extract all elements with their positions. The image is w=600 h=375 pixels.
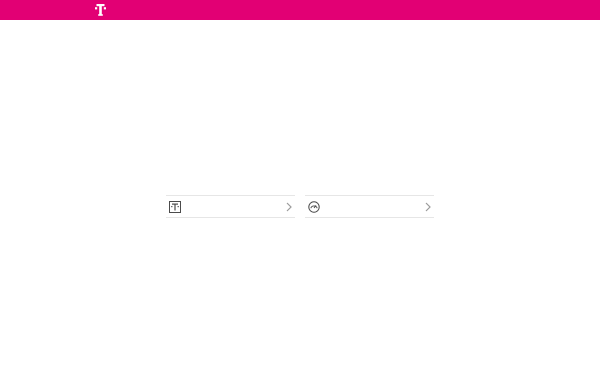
telekom-logo[interactable] <box>95 4 106 16</box>
quick-links <box>166 195 434 218</box>
chevron-right-icon <box>285 201 293 213</box>
telekom-t-box-icon <box>169 200 181 213</box>
top-bar <box>0 0 600 20</box>
speedometer-icon <box>308 200 320 213</box>
chevron-right-icon <box>424 201 432 213</box>
tile-telekom-account[interactable] <box>166 195 295 218</box>
tile-speed-test[interactable] <box>305 195 434 218</box>
